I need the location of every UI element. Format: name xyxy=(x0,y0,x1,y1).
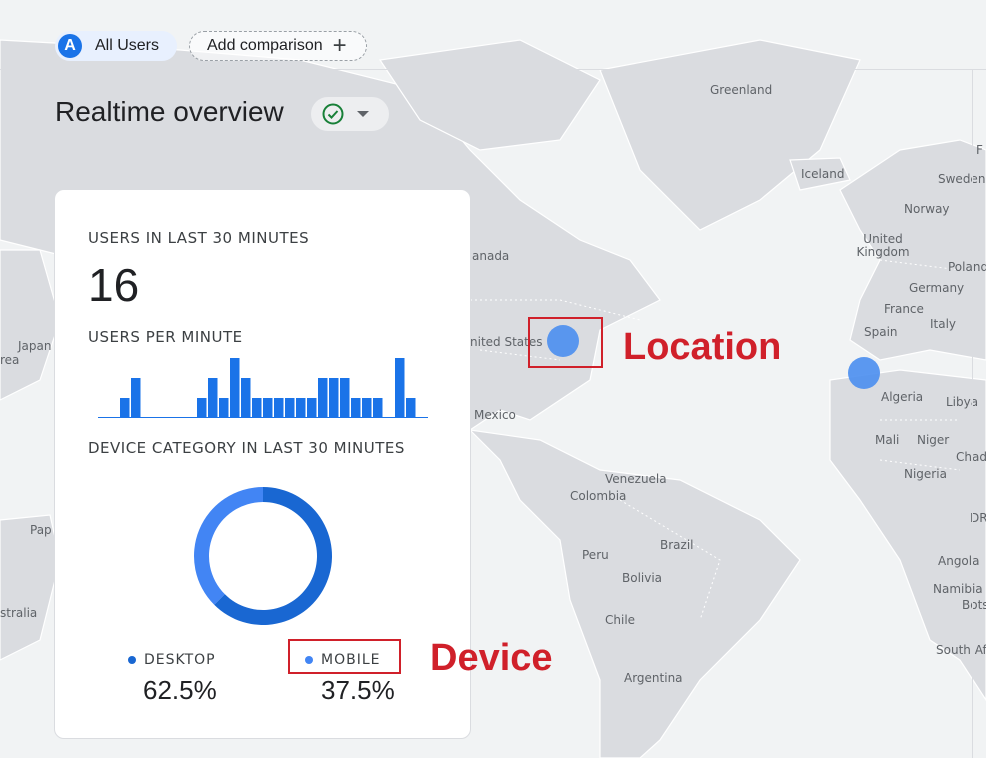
bar-minute-13[interactable] xyxy=(230,358,240,418)
panel-divider xyxy=(972,69,973,758)
realtime-summary-card: USERS IN LAST 30 MINUTES 16 USERS PER MI… xyxy=(54,189,471,739)
bar-minute-14[interactable] xyxy=(241,378,251,418)
bar-minute-19[interactable] xyxy=(296,398,306,418)
bar-minute-22[interactable] xyxy=(329,378,339,418)
map-label-uk: United Kingdom xyxy=(856,232,910,259)
map-label-libya: Libya xyxy=(946,395,979,409)
map-label-iceland: Iceland xyxy=(801,167,845,181)
plus-icon: + xyxy=(332,32,347,59)
bar-minute-28[interactable] xyxy=(395,358,405,418)
location-annotation: Location xyxy=(623,326,782,368)
map-label-poland: Poland xyxy=(948,260,986,274)
users-per-minute-chart[interactable] xyxy=(98,354,428,418)
bar-minute-21[interactable] xyxy=(318,378,328,418)
map-label-venezuela: Venezuela xyxy=(605,472,667,486)
map-label-chad: Chad xyxy=(956,450,986,464)
chevron-down-icon xyxy=(357,111,369,117)
map-label-botswana: Bots xyxy=(962,598,986,612)
users-per-minute-heading: USERS PER MINUTE xyxy=(88,328,243,346)
desktop-dot-icon xyxy=(128,656,136,664)
map-label-italy: Italy xyxy=(930,317,957,331)
map-label-japan: Japan xyxy=(18,339,52,353)
bar-minute-10[interactable] xyxy=(197,398,207,418)
bar-minute-25[interactable] xyxy=(362,398,372,418)
bar-minute-26[interactable] xyxy=(373,398,383,418)
map-label-edge-f: F xyxy=(976,143,983,157)
map-label-greenland: Greenland xyxy=(710,83,773,97)
map-label-niger: Niger xyxy=(917,433,950,447)
legend-desktop: DESKTOP xyxy=(128,652,216,668)
map-label-mali: Mali xyxy=(875,433,900,447)
bar-minute-15[interactable] xyxy=(252,398,262,418)
device-annotation: Device xyxy=(430,637,553,679)
page-title: Realtime overview xyxy=(55,96,284,127)
legend-desktop-label: DESKTOP xyxy=(144,652,216,668)
device-category-heading: DEVICE CATEGORY IN LAST 30 MINUTES xyxy=(88,439,405,457)
map-label-algeria: Algeria xyxy=(881,390,924,404)
map-label-brazil: Brazil xyxy=(660,538,694,552)
bar-minute-3[interactable] xyxy=(120,398,130,418)
users-last-30-heading: USERS IN LAST 30 MINUTES xyxy=(88,229,310,247)
device-donut-chart[interactable] xyxy=(193,486,333,626)
device-highlight-box xyxy=(288,639,401,674)
bar-minute-12[interactable] xyxy=(219,398,229,418)
bar-minute-11[interactable] xyxy=(208,378,218,418)
map-label-germany: Germany xyxy=(909,281,965,295)
title-status-dropdown[interactable] xyxy=(310,96,390,132)
location-highlight-box xyxy=(528,317,603,368)
map-label-sweden: Sweden xyxy=(938,172,986,186)
map-label-namibia: Namibia xyxy=(933,582,983,596)
map-label-korea: rea xyxy=(0,353,20,367)
map-label-argentina: Argentina xyxy=(624,671,683,685)
users-count: 16 xyxy=(88,259,140,311)
donut-slice-mobile[interactable] xyxy=(194,487,263,605)
check-circle-icon xyxy=(322,103,344,125)
map-label-canada: anada xyxy=(472,249,510,263)
map-label-norway: Norway xyxy=(904,202,950,216)
map-label-mexico: Mexico xyxy=(474,408,516,422)
chip-label: All Users xyxy=(95,37,160,54)
mobile-percent: 37.5% xyxy=(321,675,395,705)
bar-minute-17[interactable] xyxy=(274,398,284,418)
bar-minute-16[interactable] xyxy=(263,398,273,418)
map-label-france: France xyxy=(884,302,924,316)
map-label-bolivia: Bolivia xyxy=(622,571,663,585)
map-label-colombia: Colombia xyxy=(570,489,627,503)
map-label-nigeria: Nigeria xyxy=(904,467,947,481)
map-label-angola: Angola xyxy=(938,554,980,568)
bar-minute-18[interactable] xyxy=(285,398,295,418)
map-label-australia: stralia xyxy=(0,606,38,620)
map-label-spain: Spain xyxy=(864,325,898,339)
map-label-chile: Chile xyxy=(605,613,636,627)
bar-minute-24[interactable] xyxy=(351,398,361,418)
bar-minute-29[interactable] xyxy=(406,398,416,418)
map-label-south-africa: South Af xyxy=(936,643,986,657)
comparison-chip-all-users[interactable]: A All Users xyxy=(55,31,177,61)
map-label-peru: Peru xyxy=(582,548,609,562)
add-comparison-button[interactable]: Add comparison + xyxy=(189,31,367,61)
bar-minute-4[interactable] xyxy=(131,378,141,418)
bar-minute-23[interactable] xyxy=(340,378,350,418)
header-divider xyxy=(0,69,986,70)
bar-minute-20[interactable] xyxy=(307,398,317,418)
map-label-papua: Pap xyxy=(30,523,52,537)
desktop-percent: 62.5% xyxy=(143,675,217,705)
location-marker-africa[interactable] xyxy=(848,357,880,389)
user-avatar: A xyxy=(58,34,82,58)
add-comparison-label: Add comparison xyxy=(207,37,323,54)
